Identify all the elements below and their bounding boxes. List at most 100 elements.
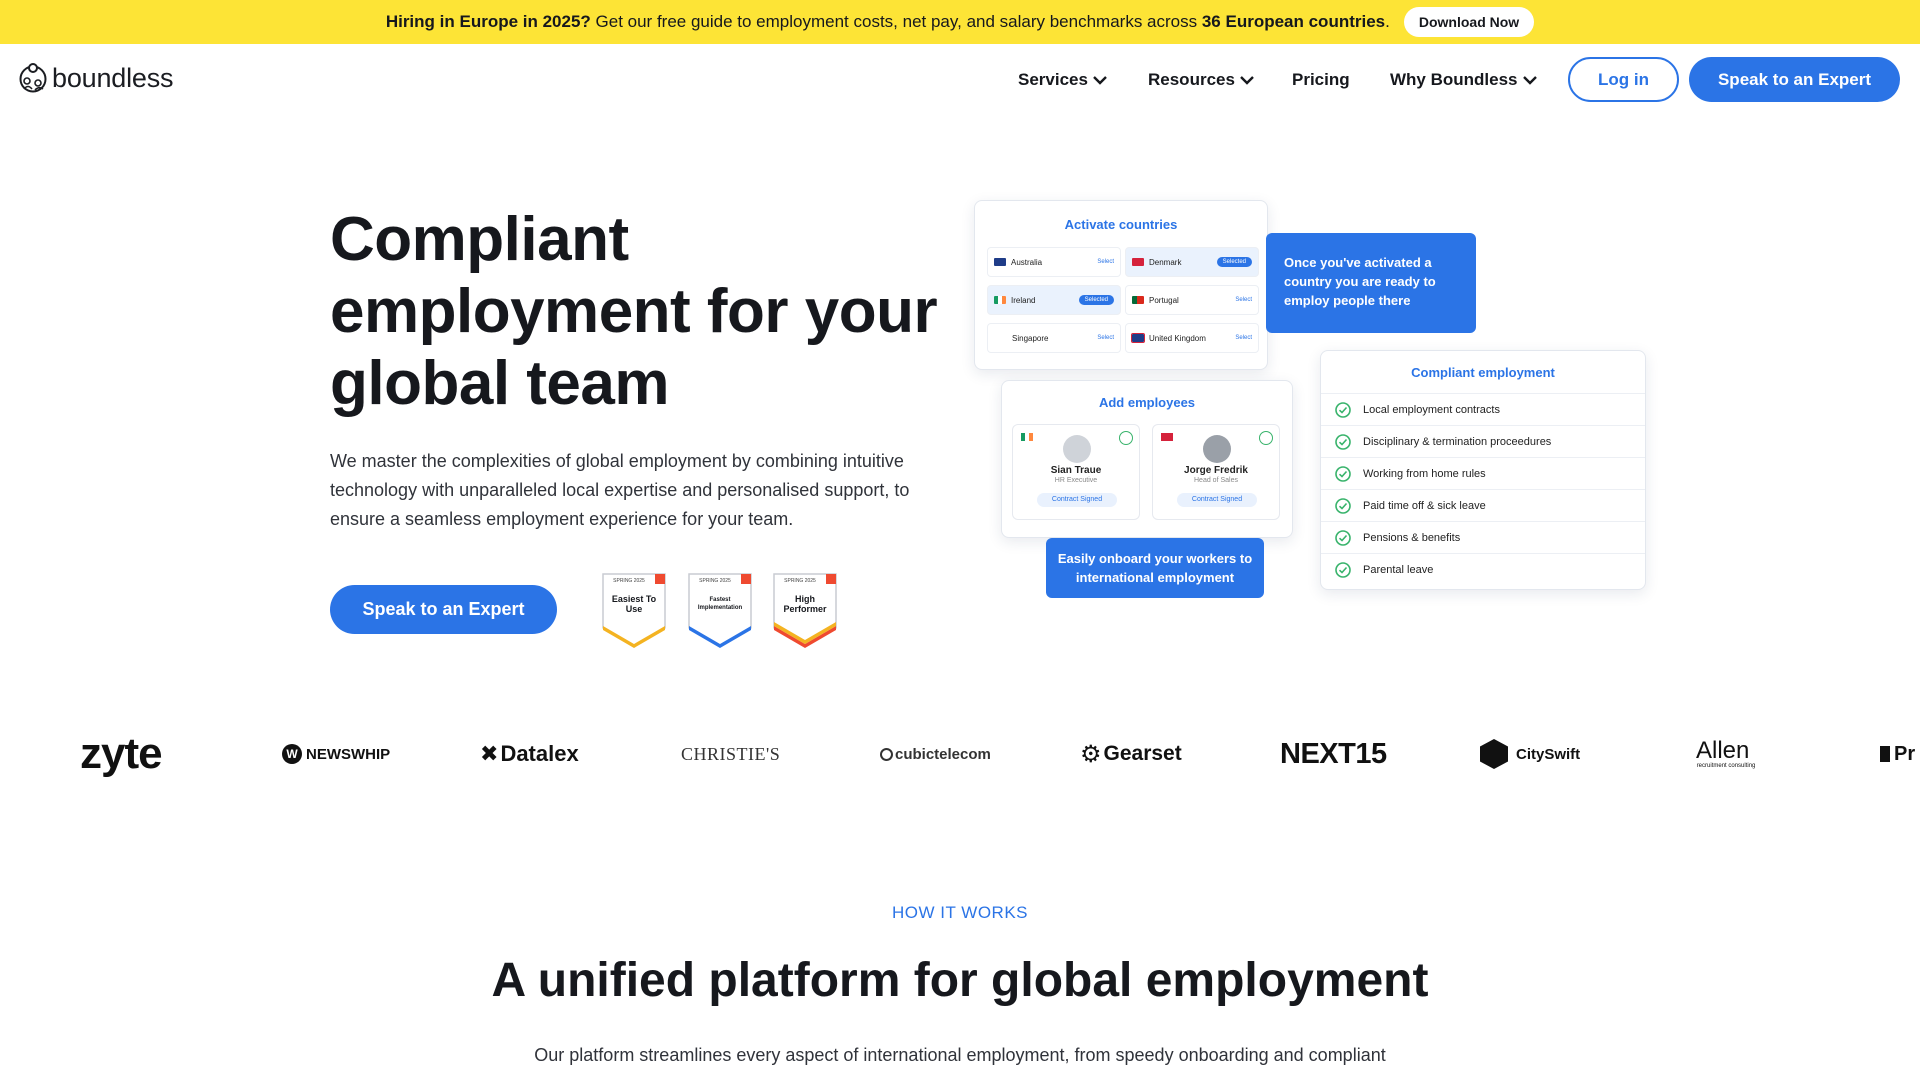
- logo-newswhip: W NEWSWHIP: [282, 722, 390, 786]
- compliant-item-label: Pensions & benefits: [1363, 531, 1461, 544]
- compliant-item: Pensions & benefits: [1321, 521, 1645, 553]
- nav-pricing[interactable]: Pricing: [1292, 68, 1350, 92]
- banner-lead: Hiring in Europe in 2025?: [385, 12, 591, 31]
- employee-name: Sian Traue: [1050, 465, 1102, 476]
- logo-datalex: ✖ Datalex: [480, 722, 579, 786]
- logo-partial: Pr: [1880, 722, 1915, 786]
- compliant-item: Parental leave: [1321, 553, 1645, 585]
- country-name: Denmark: [1149, 257, 1182, 267]
- boundless-logo[interactable]: boundless: [18, 62, 173, 94]
- check-circle-icon: [1335, 561, 1351, 578]
- speak-to-expert-hero-button[interactable]: Speak to an Expert: [330, 585, 557, 634]
- compliant-item: Working from home rules: [1321, 457, 1645, 489]
- uk-flag-icon: [1131, 333, 1145, 343]
- country-singapore: Singapore Select: [987, 323, 1121, 353]
- chevron-down-icon: [1522, 76, 1537, 85]
- nav-resources[interactable]: Resources: [1148, 68, 1255, 92]
- datalex-x-icon: ✖: [480, 741, 499, 766]
- partial-logo-text: Pr: [1894, 742, 1916, 765]
- country-status: Select: [1235, 297, 1252, 303]
- portugal-flag-icon: [1132, 296, 1144, 304]
- newswhip-w-icon: W: [282, 744, 302, 764]
- denmark-flag-icon: [1132, 258, 1144, 266]
- logo-christies: CHRISTIE'S: [681, 743, 781, 764]
- section-subtitle: Our platform streamlines every aspect of…: [534, 1045, 1386, 1065]
- allen-text: Allen: [1696, 737, 1750, 764]
- check-icon: [1259, 431, 1273, 445]
- banner-period: .: [1385, 12, 1390, 31]
- download-now-button[interactable]: Download Now: [1403, 7, 1535, 37]
- country-status: Select: [1097, 335, 1114, 341]
- check-circle-icon: [1335, 497, 1351, 514]
- country-status: Select: [1097, 259, 1114, 265]
- logo-allen: Allen recruitment consulting: [1696, 722, 1756, 786]
- country-status: Select: [1235, 335, 1252, 341]
- compliant-item-label: Working from home rules: [1363, 467, 1486, 480]
- status-badge: Contract Signed: [1037, 493, 1117, 507]
- logo-cubictelecom: cubictelecom: [880, 722, 991, 786]
- activated-note-text: Once you've activated a country you are …: [1284, 255, 1436, 308]
- country-status: Selected: [1216, 257, 1252, 267]
- nav-why-boundless[interactable]: Why Boundless: [1390, 68, 1538, 92]
- employee-card-sian: Sian Traue HR Executive Contract Signed: [1012, 424, 1140, 520]
- badge-label: High Performer: [783, 594, 827, 614]
- country-ireland: Ireland Selected: [987, 285, 1121, 315]
- onboard-note-box: Easily onboard your workers to internati…: [1046, 538, 1264, 598]
- promo-banner: Hiring in Europe in 2025? Get our free g…: [0, 0, 1920, 44]
- compliant-item: Local employment contracts: [1321, 393, 1645, 425]
- nav-pricing-label: Pricing: [1292, 70, 1350, 89]
- compliant-item-label: Paid time off & sick leave: [1363, 499, 1486, 512]
- country-name: Portugal: [1149, 295, 1179, 305]
- check-icon: [1119, 431, 1133, 445]
- speak-to-expert-nav-button[interactable]: Speak to an Expert: [1689, 57, 1900, 102]
- cubic-circle-icon: [880, 747, 893, 761]
- chevron-down-icon: [1240, 76, 1254, 85]
- avatar: [1063, 435, 1091, 463]
- cityswift-hex-icon: [1480, 739, 1508, 769]
- activate-countries-title: Activate countries: [1064, 217, 1178, 232]
- country-denmark: Denmark Selected: [1125, 247, 1259, 277]
- cityswift-text: CitySwift: [1516, 745, 1581, 763]
- activate-countries-card: Activate countries Australia Select Denm…: [974, 200, 1268, 370]
- cubictelecom-text: cubictelecom: [895, 745, 991, 763]
- australia-flag-icon: [994, 258, 1006, 266]
- nav-services[interactable]: Services: [1018, 68, 1108, 92]
- employee-role: Head of Sales: [1194, 477, 1238, 484]
- allen-subtext: recruitment consulting: [1696, 763, 1756, 769]
- compliant-item: Paid time off & sick leave: [1321, 489, 1645, 521]
- check-circle-icon: [1335, 401, 1351, 418]
- hero-description: We master the complexities of global emp…: [330, 451, 910, 529]
- login-button[interactable]: Log in: [1568, 57, 1679, 102]
- check-circle-icon: [1335, 465, 1351, 482]
- add-employees-title: Add employees: [1098, 395, 1196, 410]
- country-portugal: Portugal Select: [1125, 285, 1259, 315]
- newswhip-text: NEWSWHIP: [306, 745, 391, 763]
- badge-season: SPRING 2025: [784, 578, 816, 584]
- country-name: United Kingdom: [1149, 333, 1206, 343]
- country-status: Selected: [1078, 295, 1114, 305]
- employee-card-jorge: Jorge Fredrik Head of Sales Contract Sig…: [1152, 424, 1280, 520]
- ireland-flag-icon: [1021, 433, 1033, 441]
- employee-role: HR Executive: [1054, 477, 1098, 484]
- country-united-kingdom: United Kingdom Select: [1125, 323, 1259, 353]
- gearset-text: Gearset: [1103, 742, 1182, 765]
- country-name: Ireland: [1011, 295, 1036, 305]
- logo-cityswift: CitySwift: [1480, 722, 1580, 786]
- check-circle-icon: [1335, 529, 1351, 546]
- banner-count: 36 European countries: [1201, 12, 1386, 31]
- onboard-note-text: Easily onboard your workers to internati…: [1057, 551, 1253, 585]
- compliant-employment-card: Compliant employment Local employment co…: [1320, 350, 1646, 590]
- status-badge: Contract Signed: [1177, 493, 1257, 507]
- logo-next15: NEXT15: [1280, 737, 1387, 770]
- client-logos-strip: zyte W NEWSWHIP ✖ Datalex CHRISTIE'S cub…: [0, 722, 1920, 786]
- badge-label: Fastest Implementation: [697, 597, 743, 611]
- employee-name: Jorge Fredrik: [1184, 465, 1248, 476]
- country-australia: Australia Select: [987, 247, 1121, 277]
- nav-resources-label: Resources: [1148, 70, 1235, 89]
- denmark-flag-icon: [1161, 433, 1173, 441]
- badge-label: Easiest To Use: [611, 594, 657, 614]
- activated-note-box: Once you've activated a country you are …: [1266, 233, 1476, 333]
- chevron-down-icon: [1093, 76, 1107, 85]
- compliant-title: Compliant employment: [1411, 365, 1555, 380]
- gear-icon: ⚙: [1080, 740, 1102, 768]
